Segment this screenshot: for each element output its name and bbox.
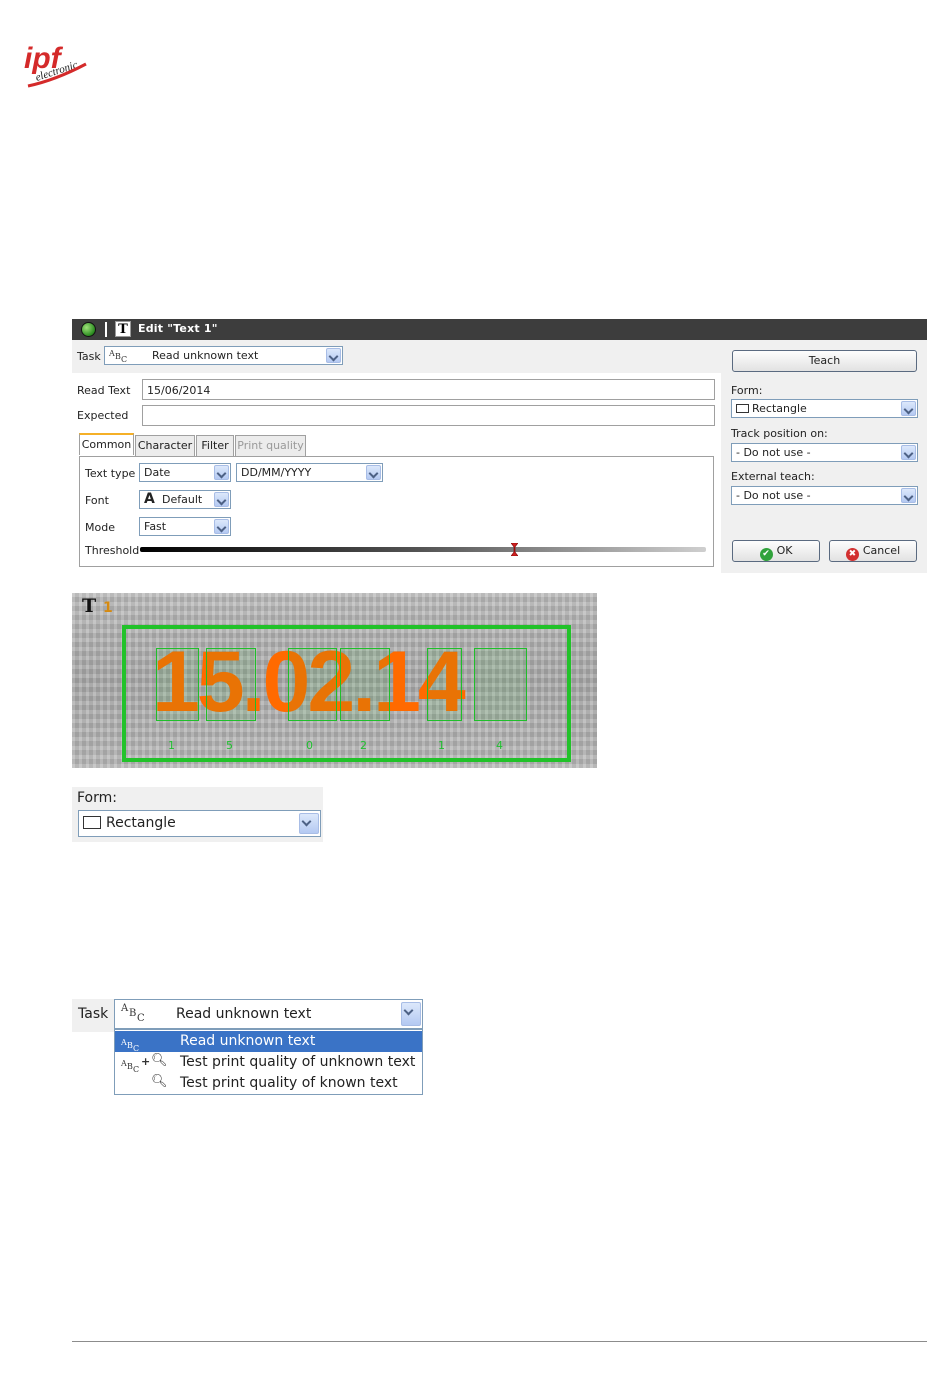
mode-select[interactable]: Fast bbox=[139, 517, 231, 536]
form-snippet-value: Rectangle bbox=[106, 815, 176, 831]
cancel-button[interactable]: ✖ Cancel bbox=[829, 540, 917, 562]
task-option-test-known[interactable]: 🔍︎ Test print quality of known text bbox=[115, 1073, 422, 1094]
task-snippet-label: Task bbox=[78, 1006, 109, 1022]
tab-filter[interactable]: Filter bbox=[196, 435, 234, 456]
close-icon: ✖ bbox=[845, 548, 859, 561]
text-type-select[interactable]: Date bbox=[139, 463, 231, 482]
font-select[interactable]: A Default bbox=[139, 490, 231, 509]
rectangle-icon bbox=[83, 816, 101, 829]
form-snippet-label: Form: bbox=[77, 790, 117, 806]
expected-label: Expected bbox=[77, 409, 129, 422]
font-label: Font bbox=[85, 494, 109, 507]
task-label: Task bbox=[77, 350, 101, 363]
char-label: 2 bbox=[360, 739, 367, 752]
teach-button[interactable]: Teach bbox=[732, 350, 917, 372]
abc-task-icon: ABC bbox=[109, 349, 128, 364]
ipf-electronic-logo: ipf electronic bbox=[22, 38, 90, 90]
char-box bbox=[474, 648, 527, 721]
task-snippet-select[interactable]: ABC Read unknown text bbox=[114, 999, 423, 1029]
ok-button[interactable]: ✔ OK bbox=[732, 540, 820, 562]
track-position-label: Track position on: bbox=[731, 427, 828, 440]
date-format-select[interactable]: DD/MM/YYYY bbox=[236, 463, 383, 482]
char-label: 0 bbox=[306, 739, 313, 752]
char-box bbox=[288, 648, 337, 721]
chevron-down-icon[interactable] bbox=[214, 492, 229, 507]
date-format-value: DD/MM/YYYY bbox=[241, 466, 312, 479]
text-tool-icon: T bbox=[115, 321, 131, 337]
text-type-value: Date bbox=[144, 466, 171, 479]
tab-character[interactable]: Character bbox=[135, 435, 195, 456]
char-box bbox=[340, 648, 390, 721]
font-glyph-icon: A bbox=[144, 491, 155, 507]
track-position-select[interactable]: - Do not use - bbox=[731, 443, 918, 462]
chevron-down-icon[interactable] bbox=[299, 813, 319, 834]
task-option-read-unknown[interactable]: ABC Read unknown text bbox=[115, 1031, 422, 1053]
chevron-down-icon[interactable] bbox=[401, 1002, 421, 1026]
camera-image-panel: T 1 15.02.14 1 5 0 2 1 4 bbox=[72, 593, 597, 768]
form-snippet-select[interactable]: Rectangle bbox=[78, 810, 321, 837]
chevron-down-icon[interactable] bbox=[326, 348, 341, 363]
text-type-label: Text type bbox=[85, 467, 136, 480]
chevron-down-icon[interactable] bbox=[366, 465, 381, 480]
read-text-value: 15/06/2014 bbox=[147, 384, 211, 397]
char-label: 4 bbox=[496, 739, 503, 752]
magnifier-icon: 🔍︎ bbox=[151, 1053, 168, 1068]
chevron-down-icon[interactable] bbox=[901, 488, 916, 503]
tab-common[interactable]: Common bbox=[79, 433, 134, 455]
char-label: 1 bbox=[168, 739, 175, 752]
form-label: Form: bbox=[731, 384, 763, 397]
char-label: 5 bbox=[226, 739, 233, 752]
abc-task-icon: ABC bbox=[121, 1003, 145, 1024]
form-value: Rectangle bbox=[752, 402, 807, 415]
task-dropdown-list: ABC Read unknown text ABC + 🔍︎ Test prin… bbox=[114, 1029, 423, 1095]
external-teach-value: - Do not use - bbox=[736, 489, 811, 502]
task-select[interactable]: ABC Read unknown text bbox=[104, 346, 343, 365]
tab-print-quality[interactable]: Print quality bbox=[235, 435, 306, 456]
char-box bbox=[156, 648, 199, 721]
threshold-slider-thumb[interactable] bbox=[509, 542, 519, 557]
form-snippet: Form: Rectangle bbox=[72, 787, 323, 842]
char-box bbox=[427, 648, 462, 721]
status-light-icon bbox=[81, 322, 96, 337]
track-position-value: - Do not use - bbox=[736, 446, 811, 459]
cancel-label: Cancel bbox=[862, 544, 901, 557]
magnifier-icon: 🔍︎ bbox=[151, 1074, 168, 1089]
footer-divider bbox=[72, 1341, 927, 1342]
chevron-down-icon[interactable] bbox=[214, 465, 229, 480]
task-option-test-unknown[interactable]: ABC + 🔍︎ Test print quality of unknown t… bbox=[115, 1052, 422, 1074]
threshold-label: Threshold bbox=[85, 544, 140, 557]
font-value: Default bbox=[162, 493, 203, 506]
char-label: 1 bbox=[438, 739, 445, 752]
rectangle-icon bbox=[736, 404, 749, 413]
text-tool-index: 1 bbox=[103, 600, 113, 616]
task-select-value: Read unknown text bbox=[152, 349, 259, 362]
mode-value: Fast bbox=[144, 520, 167, 533]
read-text-field[interactable]: 15/06/2014 bbox=[142, 379, 715, 400]
mode-label: Mode bbox=[85, 521, 115, 534]
ok-label: OK bbox=[776, 544, 793, 557]
external-teach-label: External teach: bbox=[731, 470, 815, 483]
titlebar-separator bbox=[105, 322, 107, 337]
task-snippet-value: Read unknown text bbox=[176, 1006, 312, 1022]
check-icon: ✔ bbox=[759, 548, 773, 561]
chevron-down-icon[interactable] bbox=[214, 519, 229, 534]
char-box bbox=[206, 648, 256, 721]
dialog-titlebar: T Edit "Text 1" bbox=[72, 319, 927, 340]
threshold-slider[interactable] bbox=[140, 547, 706, 552]
text-tool-badge-icon: T bbox=[82, 595, 97, 617]
form-select[interactable]: Rectangle bbox=[731, 399, 918, 418]
chevron-down-icon[interactable] bbox=[901, 445, 916, 460]
external-teach-select[interactable]: - Do not use - bbox=[731, 486, 918, 505]
chevron-down-icon[interactable] bbox=[901, 401, 916, 416]
expected-field[interactable] bbox=[142, 405, 715, 426]
read-text-label: Read Text bbox=[77, 384, 131, 397]
dialog-title: Edit "Text 1" bbox=[138, 322, 218, 335]
